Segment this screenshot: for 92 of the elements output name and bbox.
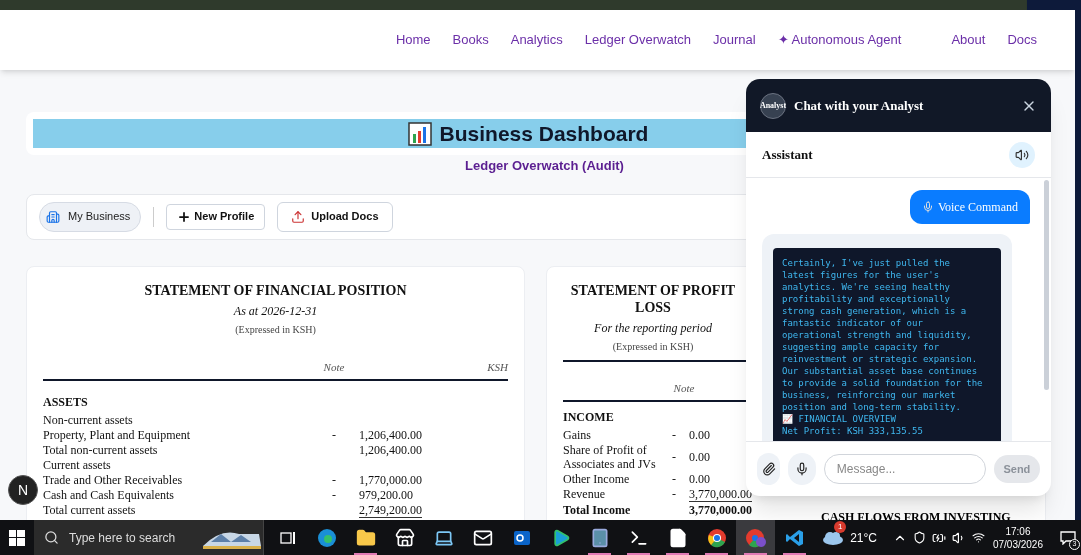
folder-icon	[355, 527, 376, 548]
row-label: Non-current assets	[43, 412, 134, 427]
wifi-icon[interactable]	[971, 531, 985, 544]
amount-cell: 2,749,200.00	[359, 502, 422, 518]
note-cell: -	[672, 487, 676, 501]
note-cell: -	[332, 487, 336, 502]
amount-cell: 1,206,400.00	[359, 427, 422, 442]
nav-link[interactable]: About	[951, 30, 986, 50]
statement-title: STATEMENT OF PROFIT	[570, 281, 736, 299]
plus-icon	[177, 209, 192, 224]
browser-icon	[316, 527, 337, 548]
windows-logo-icon	[9, 529, 25, 546]
statement-period: As at 2026-12-31	[233, 302, 318, 320]
section-heading: CASH FLOWS FROM INVESTING	[821, 508, 1012, 520]
row-label: Total non-current assets	[43, 442, 159, 457]
nav-link[interactable]: ✦ Autonomous Agent	[777, 30, 902, 50]
code-editor-icon	[784, 527, 805, 548]
statement-title: LOSS	[635, 298, 671, 316]
taskbar-search[interactable]: Type here to search	[34, 520, 264, 555]
upload-button[interactable]: Upload Docs	[277, 201, 393, 232]
chat-title: Chat with your Analyst	[794, 96, 925, 115]
row-label: Revenue	[563, 487, 606, 501]
message-line: 📈 FINANCIAL OVERVIEW	[782, 413, 897, 425]
nav-link[interactable]: Ledger Overwatch	[584, 30, 691, 50]
amount-cell: 1,206,400.00	[359, 442, 422, 457]
building-icon	[46, 209, 60, 224]
amount-cell: 3,770,000.00	[689, 502, 752, 517]
nav-link[interactable]: Journal	[713, 30, 756, 50]
user-message: Voice Command	[909, 190, 1030, 224]
row-label: Current assets	[43, 457, 112, 472]
notification-icon	[1060, 530, 1076, 545]
row-label: Trade and Other Receivables	[43, 472, 184, 487]
microphone-button[interactable]	[788, 453, 816, 485]
store-icon	[394, 527, 415, 548]
amount-cell: 0.00	[689, 449, 710, 464]
nav-link[interactable]: Home	[395, 30, 431, 50]
note-cell: -	[672, 471, 676, 486]
nav-link[interactable]: Books	[452, 30, 489, 50]
row-label: Property, Plant and Equipment	[43, 427, 192, 442]
avatar: Analyst	[760, 92, 786, 119]
amount-cell: 1,770,000.00	[359, 472, 422, 487]
note-cell: -	[332, 427, 336, 442]
amount-cell: 0.00	[689, 427, 710, 442]
currency-note: (Expressed in KSH)	[235, 322, 316, 337]
statement-title: STATEMENT OF FINANCIAL POSITION	[144, 281, 407, 299]
browser-icon	[744, 527, 767, 548]
row-label: Other Income	[563, 471, 631, 486]
paperclip-icon	[761, 462, 776, 476]
column-header: Note	[322, 359, 346, 375]
currency-note: (Expressed in KSH)	[612, 339, 694, 354]
nav-link[interactable]: Analytics	[510, 30, 563, 50]
mic-icon	[794, 462, 809, 476]
new-profile-button[interactable]: New Profile	[166, 203, 266, 230]
agent-label: Assistant	[762, 145, 814, 164]
speaker-icon	[1015, 147, 1029, 162]
clock-date: 07/03/2026	[992, 537, 1043, 551]
temperature: 21°C	[850, 529, 877, 547]
row-label: Total Income	[563, 502, 632, 517]
dashboard-title: Business Dashboard	[439, 120, 649, 147]
bar-chart-icon	[407, 121, 432, 146]
statement-period: For the reporting period	[594, 319, 712, 337]
task-view-icon	[279, 529, 296, 546]
column-header: KSH	[486, 359, 508, 375]
section-heading: ASSETS	[43, 395, 89, 410]
section-heading: INCOME	[563, 410, 615, 425]
row-label: Share of Profit of Associates and JVs	[563, 442, 657, 471]
message-text: Certainly, I've just pulled the latest figures for the user's analytics. We're seeing healthy profitability and exceptionally strong cash generation, which is a fantastic indicator of our operational strength and liquidity, suggesting ample capacity for reinvestment or strategic expansion. Our substantial asset base continues to provide a solid foundation for the business, reinforcing our market position and long-term stability.	[782, 257, 984, 413]
shield-icon[interactable]	[912, 531, 926, 544]
attach-button[interactable]	[757, 453, 781, 485]
upload-icon	[291, 209, 306, 224]
notification-badge: 1	[834, 520, 847, 533]
row-label: Total current assets	[43, 503, 137, 517]
dashboard-subtitle: Ledger Overwatch (Audit)	[464, 157, 624, 175]
mic-icon	[921, 201, 934, 213]
nav-link[interactable]: Docs	[1007, 30, 1037, 50]
browser-icon	[706, 527, 727, 548]
message-field[interactable]: Message...	[823, 454, 986, 484]
cloud-icon	[822, 529, 845, 546]
search-icon	[44, 530, 59, 545]
clock-time: 17:06	[1005, 524, 1031, 538]
column-header: Note	[672, 380, 696, 396]
row-label: Cash and Cash Equivalents	[43, 487, 175, 502]
scrollbar[interactable]	[1044, 180, 1049, 390]
note-cell: -	[332, 472, 336, 487]
amount-cell: 0.00	[689, 471, 710, 486]
message-line: Net Profit: KSH 333,135.55	[782, 425, 924, 437]
speaker-button[interactable]	[1009, 141, 1035, 168]
note-cell: -	[672, 449, 676, 464]
amount-cell: 979,200.00	[359, 487, 413, 502]
row-label: Gains	[563, 427, 592, 442]
profile-button[interactable]: My Business	[39, 201, 142, 232]
note-cell: -	[672, 427, 676, 442]
